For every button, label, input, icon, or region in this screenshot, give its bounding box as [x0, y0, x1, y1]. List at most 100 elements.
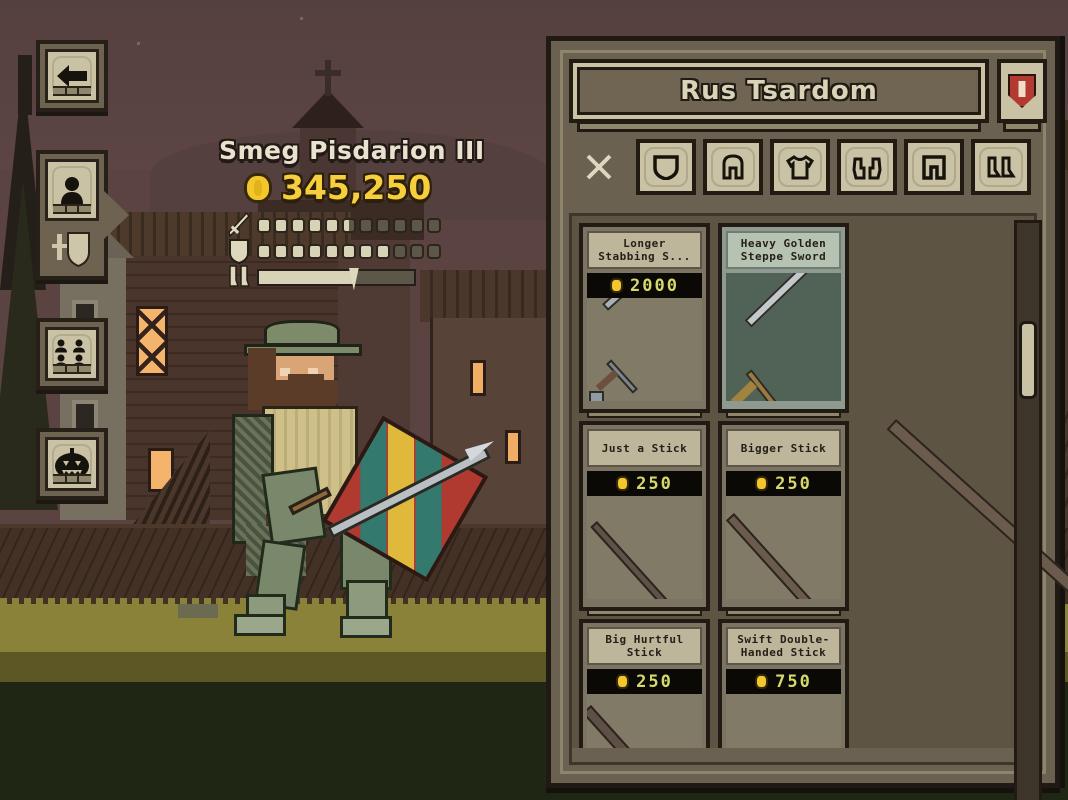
item-name: Longer Stabbing S...	[587, 231, 702, 269]
price-value: 250	[775, 473, 812, 494]
speed-bar	[257, 267, 416, 291]
item-art-area: 250	[726, 471, 841, 599]
pip	[359, 243, 373, 259]
event-button-face	[45, 437, 99, 491]
church-cross	[315, 70, 341, 76]
item-name: Bigger Stick	[726, 429, 841, 467]
coin-icon	[755, 674, 769, 689]
tab-shields[interactable]	[636, 139, 696, 195]
card-footer	[587, 609, 702, 616]
stick-art	[726, 513, 816, 599]
shop-title-bar: Rus Tsardom	[569, 59, 989, 132]
panel-pointer	[104, 191, 129, 239]
crossed-swords-icon	[586, 154, 612, 180]
sword-icon	[228, 211, 251, 238]
item-card[interactable]: Longer Stabbing S... 2000	[579, 223, 710, 418]
price-value: 750	[775, 671, 812, 692]
tab-helmets[interactable]	[703, 139, 763, 195]
tab-boots[interactable]	[971, 139, 1031, 195]
item-name: Swift Double-Handed Stick	[726, 627, 841, 665]
sidebar-item-squad[interactable]	[36, 318, 108, 390]
stat-speed	[228, 264, 416, 291]
item-art-area: 250	[587, 471, 702, 599]
pip	[427, 243, 441, 259]
item-card[interactable]: Swift Double-Handed Stick 750	[718, 619, 849, 762]
character-button-face	[45, 159, 99, 221]
double-headed-eagle-crest-icon	[1008, 74, 1036, 108]
squad-button-face	[45, 327, 99, 381]
price-value: 2000	[630, 275, 679, 296]
title-footer	[577, 121, 981, 132]
shop-scrollbar[interactable]	[1014, 220, 1042, 800]
pip	[257, 217, 271, 233]
back-button-face	[45, 49, 99, 103]
shop-title-slot: Rus Tsardom	[577, 67, 981, 115]
coin-icon	[244, 172, 272, 203]
item-grid: Longer Stabbing S... 2000 Heavy Golden S…	[579, 223, 987, 762]
scrollbar-thumb[interactable]	[1019, 321, 1037, 399]
shop-panel: Rus Tsardom Longer Stabbing S... 2000 He…	[546, 36, 1068, 800]
sabre-grip	[730, 380, 758, 401]
pip	[410, 217, 424, 233]
stick-art	[590, 521, 672, 599]
shield-icon	[653, 155, 679, 180]
button-footer	[53, 204, 91, 214]
window-lattice	[139, 309, 165, 373]
sidebar-item-character[interactable]	[36, 150, 129, 280]
pip	[274, 243, 288, 259]
tab-body-armor[interactable]	[770, 139, 830, 195]
price-value: 250	[636, 473, 673, 494]
item-card[interactable]: Heavy Golden Steppe Sword	[718, 223, 849, 418]
player-name: Smeg Pisdarion III	[219, 136, 485, 165]
game-screen: Smeg Pisdarion III 345,250 Rus Tsardom L…	[0, 0, 1068, 800]
pip	[325, 217, 339, 233]
faction-crest	[997, 59, 1047, 132]
coin-icon	[755, 476, 769, 491]
pip	[359, 217, 373, 233]
gloves-icon	[852, 157, 882, 180]
category-tabs	[569, 139, 1037, 197]
card-footer	[726, 609, 841, 616]
tab-weapons[interactable]	[569, 139, 629, 195]
item-name: Heavy Golden Steppe Sword	[726, 231, 841, 269]
helmet-icon	[722, 154, 744, 180]
item-price: 2000	[587, 273, 702, 298]
sidebar-item-back[interactable]	[36, 40, 108, 112]
pants-icon	[922, 155, 946, 180]
coin-icon	[616, 476, 630, 491]
person-icon	[61, 177, 83, 204]
star	[300, 17, 303, 20]
window	[136, 306, 168, 376]
tab-gloves[interactable]	[837, 139, 897, 195]
gold-amount: 345,250	[281, 168, 432, 207]
gold-display: 345,250	[244, 168, 431, 207]
item-price: 250	[726, 471, 841, 496]
item-price: 250	[587, 669, 702, 694]
item-price: 250	[587, 471, 702, 496]
item-art-area: 2000	[587, 273, 702, 401]
pip	[274, 217, 288, 233]
equipment-panel	[40, 230, 104, 268]
pip	[376, 243, 390, 259]
pip	[410, 243, 424, 259]
sword-pommel	[589, 391, 604, 401]
item-card[interactable]: Big Hurtful Stick 250	[579, 619, 710, 762]
pip	[308, 243, 322, 259]
pip	[325, 243, 339, 259]
church-spire	[325, 60, 331, 96]
grid-bottom-mask	[572, 748, 1034, 762]
item-card[interactable]: Just a Stick 250	[579, 421, 710, 616]
coin-icon	[610, 278, 624, 293]
boots-icon	[987, 156, 1016, 178]
defense-pips	[257, 243, 441, 259]
sidebar-item-event[interactable]	[36, 428, 108, 500]
boots-icon	[228, 264, 251, 290]
tree-top	[18, 55, 32, 115]
coin-icon	[616, 674, 630, 689]
sword-and-shield-icon	[52, 232, 90, 268]
stat-attack	[228, 211, 441, 238]
stat-defense	[228, 238, 441, 265]
tab-pants[interactable]	[904, 139, 964, 195]
player-character	[222, 318, 492, 648]
item-card[interactable]: Bigger Stick 250	[718, 421, 849, 616]
